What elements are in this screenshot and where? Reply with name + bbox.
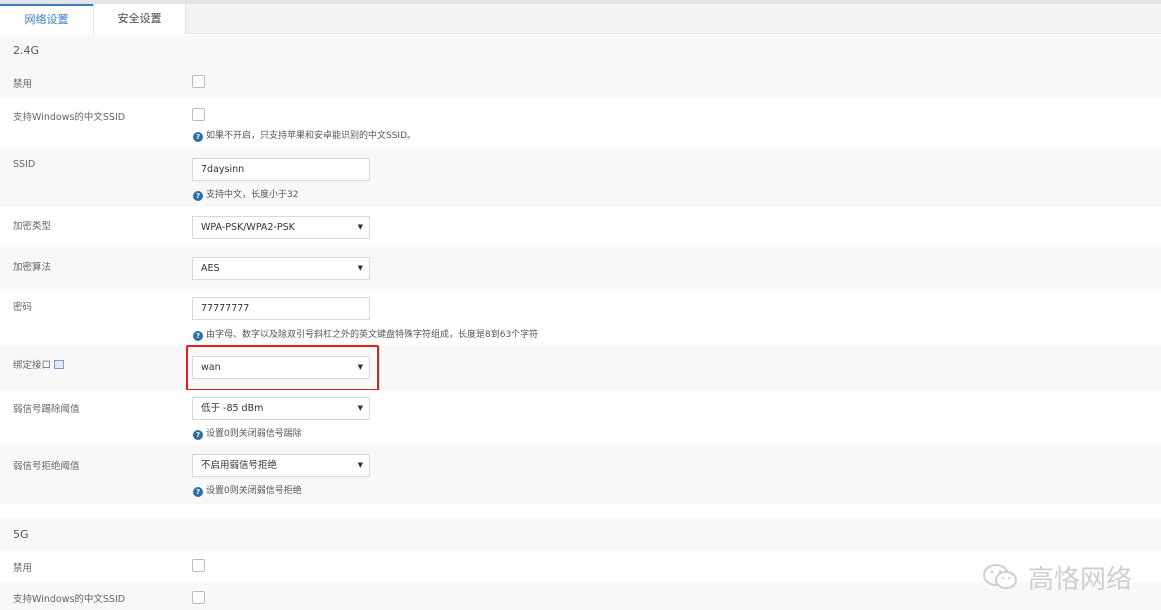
- caret-down-icon: ▼: [357, 264, 363, 272]
- wechat-logo-icon: [983, 564, 1017, 589]
- caret-down-icon: ▼: [357, 404, 363, 412]
- chinese-ssid-checkbox[interactable]: [192, 108, 205, 121]
- section-spacer: [0, 504, 1161, 518]
- hint-text: 设置0则关闭弱信号踢除: [206, 429, 302, 439]
- row-weak-kick: 弱信号踢除阈值 低于 -85 dBm ▼ ? 设置0则关闭弱信号踢除: [0, 390, 1161, 444]
- question-circle-icon: ?: [193, 430, 203, 440]
- bind-iface-label-wrap: 绑定接口: [13, 357, 65, 371]
- hint-text: 设置0则关闭弱信号拒绝: [206, 486, 302, 496]
- hint-text: 由字母、数字以及除双引号斜杠之外的英文键盘特殊字符组成，长度是8到63个字符: [206, 330, 539, 340]
- row-bind-interface: 绑定接口 wan ▼: [0, 346, 1161, 390]
- question-circle-icon: ?: [193, 487, 203, 497]
- select-value: WPA-PSK/WPA2-PSK: [201, 222, 295, 233]
- section-title: 5G: [13, 528, 29, 541]
- info-small-icon[interactable]: [54, 360, 65, 369]
- row-encrypt-type: 加密类型 WPA-PSK/WPA2-PSK ▼: [0, 207, 1161, 247]
- password-input[interactable]: 77777777: [192, 297, 370, 320]
- chinese-ssid-checkbox[interactable]: [192, 591, 205, 604]
- chinese-ssid-hint: ? 如果不开启，只支持苹果和安卓能识别的中文SSID。: [193, 128, 416, 142]
- row-chinese-ssid-2-4g: 支持Windows的中文SSID ? 如果不开启，只支持苹果和安卓能识别的中文SS…: [0, 98, 1161, 148]
- row-weak-reject: 弱信号拒绝阈值 不启用弱信号拒绝 ▼ ? 设置0则关闭弱信号拒绝: [0, 444, 1161, 504]
- chinese-ssid-label: 支持Windows的中文SSID: [13, 594, 126, 605]
- chinese-ssid-label: 支持Windows的中文SSID: [13, 112, 126, 123]
- section-title: 2.4G: [13, 44, 40, 57]
- weak-kick-label: 弱信号踢除阈值: [13, 404, 80, 415]
- row-password: 密码 77777777 ? 由字母、数字以及除双引号斜杠之外的英文键盘特殊字符组成…: [0, 289, 1161, 346]
- caret-down-icon: ▼: [357, 223, 363, 231]
- bind-iface-label: 绑定接口: [13, 360, 52, 371]
- question-circle-icon: ?: [193, 132, 203, 142]
- question-circle-icon: ?: [193, 331, 203, 341]
- row-encrypt-algo: 加密算法 AES ▼: [0, 247, 1161, 289]
- disable-label: 禁用: [13, 79, 33, 90]
- password-hint: ? 由字母、数字以及除双引号斜杠之外的英文键盘特殊字符组成，长度是8到63个字符: [193, 327, 538, 341]
- ssid-hint: ? 支持中文，长度小于32: [193, 187, 298, 201]
- disable-checkbox[interactable]: [192, 75, 205, 88]
- caret-down-icon: ▼: [357, 461, 363, 469]
- hint-text: 如果不开启，只支持苹果和安卓能识别的中文SSID。: [206, 131, 417, 141]
- ssid-label: SSID: [13, 159, 36, 170]
- ssid-input[interactable]: 7daysinn: [192, 158, 370, 181]
- encrypt-algo-select[interactable]: AES ▼: [192, 257, 370, 280]
- tab-security-settings[interactable]: 安全设置: [93, 4, 186, 34]
- row-ssid-2-4g: SSID 7daysinn ? 支持中文，长度小于32: [0, 148, 1161, 207]
- weak-reject-select[interactable]: 不启用弱信号拒绝 ▼: [192, 454, 370, 477]
- question-circle-icon: ?: [193, 191, 203, 201]
- weak-reject-label: 弱信号拒绝阈值: [13, 461, 80, 472]
- weak-kick-hint: ? 设置0则关闭弱信号踢除: [193, 426, 302, 440]
- select-value: 低于 -85 dBm: [201, 403, 264, 414]
- weak-kick-select[interactable]: 低于 -85 dBm ▼: [192, 397, 370, 420]
- hint-text: 支持中文，长度小于32: [206, 190, 299, 200]
- tab-bar: 网络设置 安全设置: [0, 4, 1161, 34]
- highlight-box: [186, 345, 379, 391]
- encrypt-algo-label: 加密算法: [13, 262, 52, 273]
- weak-reject-hint: ? 设置0则关闭弱信号拒绝: [193, 483, 302, 497]
- encrypt-type-select[interactable]: WPA-PSK/WPA2-PSK ▼: [192, 216, 370, 239]
- row-disable-2-4g: 禁用: [0, 65, 1161, 98]
- select-value: AES: [201, 263, 220, 274]
- disable-checkbox[interactable]: [192, 559, 205, 572]
- disable-label: 禁用: [13, 563, 33, 574]
- watermark-text: 高恪网络: [1028, 565, 1133, 595]
- section-header-2-4g: 2.4G: [0, 35, 1161, 65]
- tab-network-settings[interactable]: 网络设置: [0, 4, 93, 34]
- select-value: 不启用弱信号拒绝: [201, 460, 278, 471]
- section-header-5g: 5G: [0, 518, 1161, 550]
- password-label: 密码: [13, 302, 33, 313]
- encrypt-type-label: 加密类型: [13, 221, 52, 232]
